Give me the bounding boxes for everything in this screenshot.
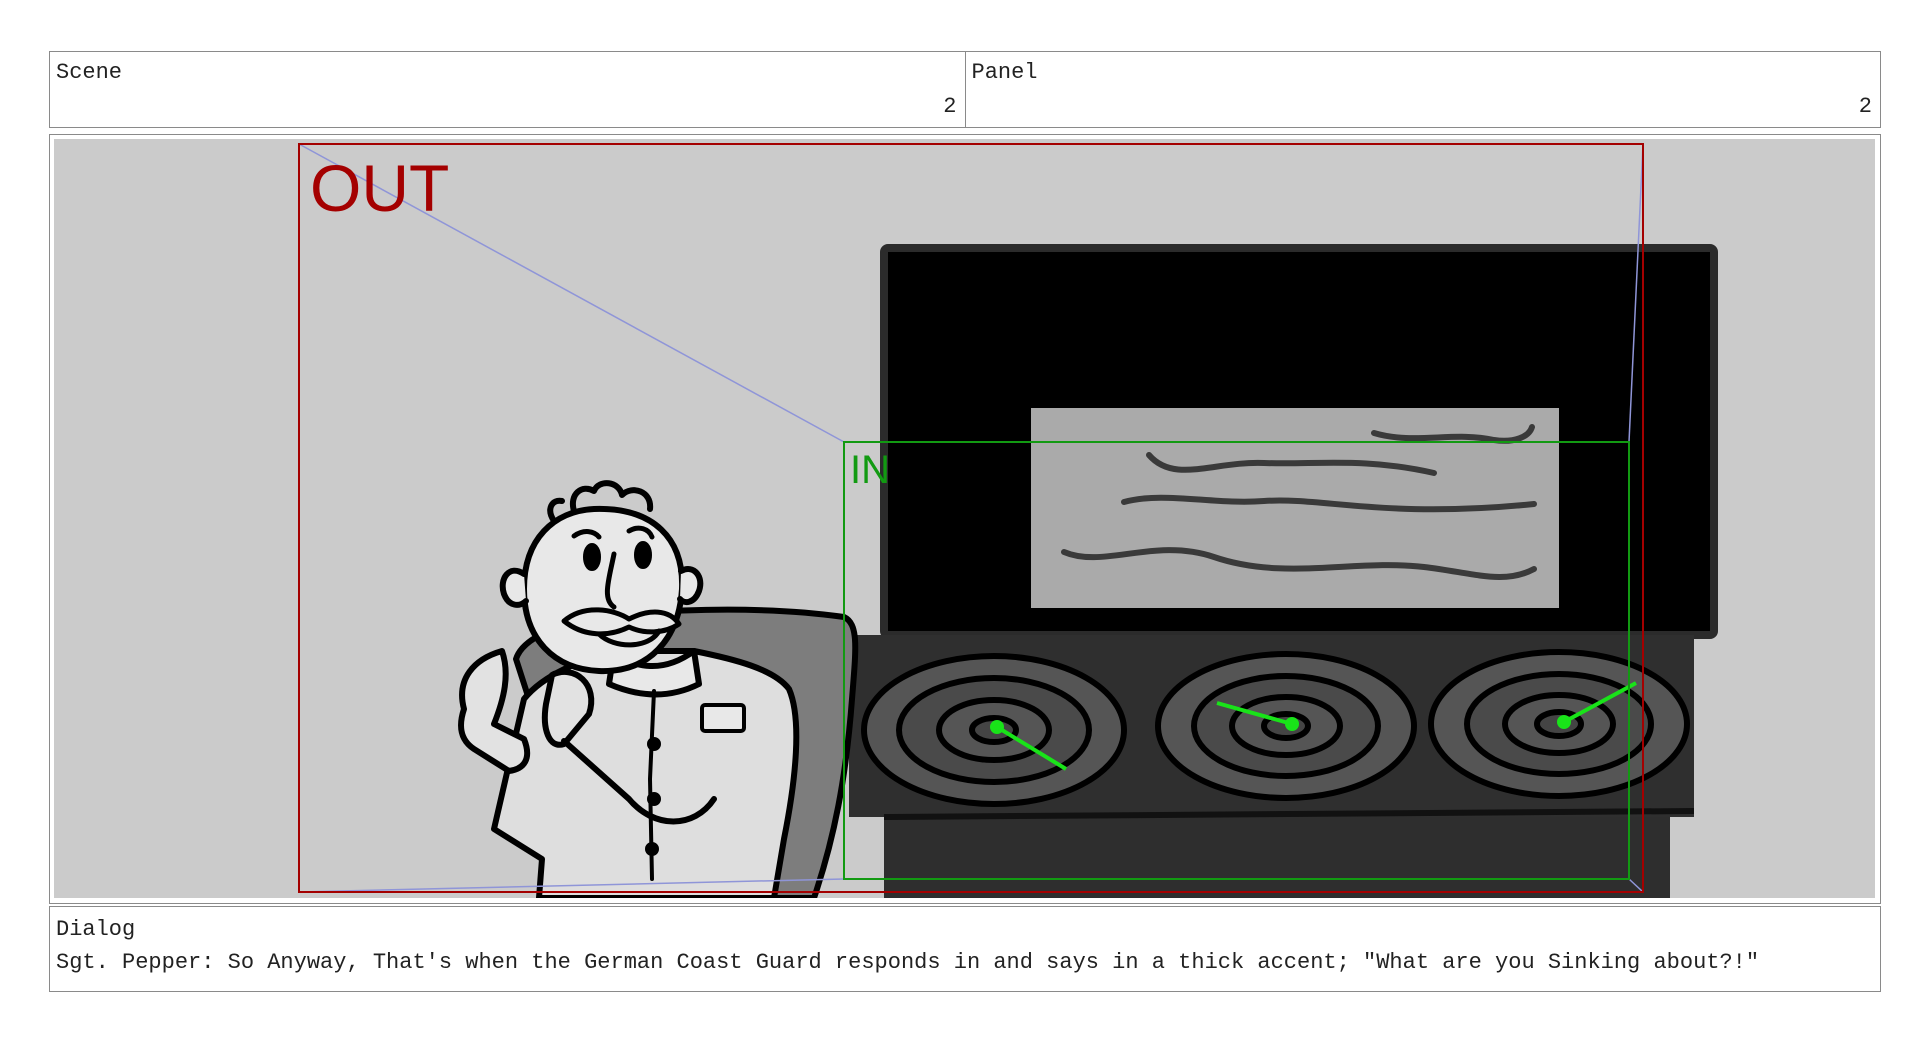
stove-oven-door: [884, 817, 1670, 898]
character-sgt-pepper: [458, 480, 800, 898]
panel-cell: Panel 2: [964, 52, 1881, 127]
panel-drawing: OUT IN: [298, 143, 1718, 898]
scene-panel-header: Scene 2 Panel 2: [49, 51, 1881, 128]
stove-illustration: [849, 244, 1718, 898]
panel-number: 2: [1858, 94, 1872, 119]
dialog-label: Dialog: [56, 917, 136, 942]
dialog-text: Sgt. Pepper: So Anyway, That's when the …: [56, 950, 1760, 975]
in-frame-label: IN: [850, 448, 890, 492]
out-frame-label: OUT: [310, 151, 449, 225]
panel-label: Panel: [971, 60, 1038, 85]
storyboard-panel: OUT IN: [49, 134, 1881, 904]
dialog-box: Dialog Sgt. Pepper: So Anyway, That's wh…: [49, 906, 1881, 992]
scene-label: Scene: [56, 60, 123, 85]
scene-cell: Scene 2: [50, 52, 965, 127]
scene-number: 2: [943, 94, 957, 119]
panel-artwork: OUT IN: [54, 139, 1875, 898]
